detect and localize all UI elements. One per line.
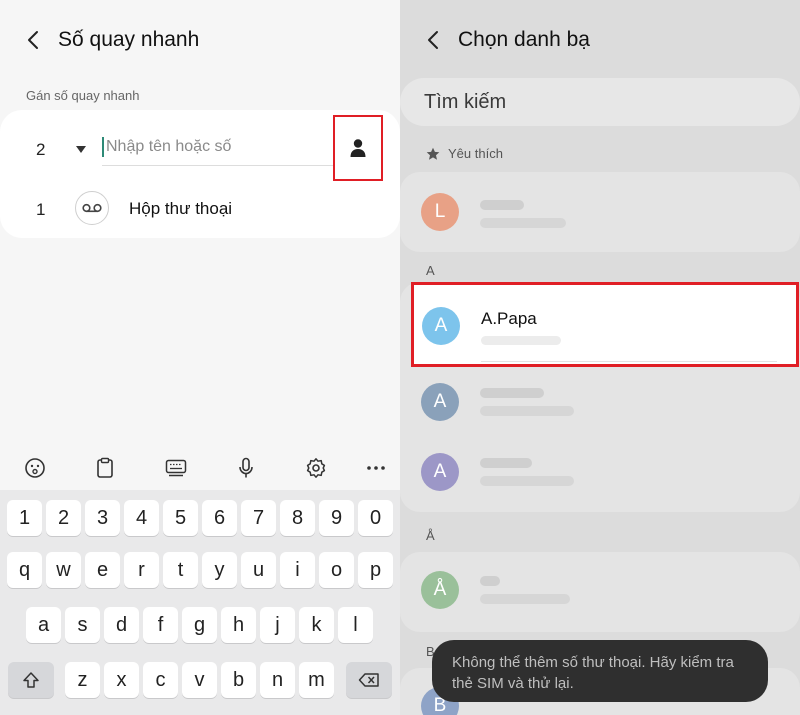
key-p[interactable]: p [358,552,393,588]
blurred-contact-number [480,406,574,416]
blurred-contact-name [480,388,544,398]
blurred-contact-name [480,576,500,586]
contacts-list-a-ring: Å [400,552,800,632]
key-v[interactable]: v [182,662,217,698]
key-m[interactable]: m [299,662,334,698]
key-o[interactable]: o [319,552,354,588]
speed-dial-screen: Số quay nhanh Gán số quay nhanh 2 1 [0,0,400,715]
section-index-a: A [426,263,435,278]
contact-name: A.Papa [481,309,537,328]
selected-contact-row[interactable]: A A.Papa [411,282,799,367]
key-6[interactable]: 6 [202,500,237,536]
favorites-list: L [400,172,800,252]
more-icon[interactable] [360,452,392,484]
blurred-contact-number [480,218,566,228]
key-b[interactable]: b [221,662,256,698]
speed-dial-header: Số quay nhanh [22,20,199,60]
page-title: Chọn danh bạ [458,28,590,51]
key-g[interactable]: g [182,607,217,643]
clipboard-icon[interactable] [89,452,121,484]
voicemail-number: 1 [36,200,46,219]
voicemail-icon [75,191,109,225]
shift-key[interactable] [8,662,54,698]
key-4[interactable]: 4 [124,500,159,536]
key-s[interactable]: s [65,607,100,643]
speed-dial-number[interactable]: 2 [36,140,45,160]
back-icon[interactable] [422,20,444,60]
list-item[interactable]: A [400,440,800,504]
on-screen-keyboard: 1234567890 qwertyuiop asdfghjkl zxcvbnm [0,490,400,715]
blurred-contact-number [480,594,570,604]
contact-avatar: A [421,383,459,421]
key-j[interactable]: j [260,607,295,643]
contact-avatar: A [421,453,459,491]
key-1[interactable]: 1 [7,500,42,536]
contact-avatar: A [422,307,460,345]
error-toast: Không thể thêm số thư thoại. Hãy kiểm tr… [432,640,768,702]
key-n[interactable]: n [260,662,295,698]
blurred-contact-number [480,476,574,486]
key-0[interactable]: 0 [358,500,393,536]
voicemail-label: Hộp thư thoại [129,199,233,218]
key-t[interactable]: t [163,552,198,588]
person-icon [350,139,366,157]
speed-dial-entry-row: 2 [0,110,400,181]
key-r[interactable]: r [124,552,159,588]
key-2[interactable]: 2 [46,500,81,536]
contact-avatar: Å [421,571,459,609]
settings-icon[interactable] [300,452,332,484]
blurred-contact-number [481,336,561,345]
key-i[interactable]: i [280,552,315,588]
microphone-icon[interactable] [230,452,262,484]
key-w[interactable]: w [46,552,81,588]
speed-dial-card: 2 1 Hộp thư thoại [0,110,400,238]
keyboard-layout-icon[interactable] [160,452,192,484]
key-7[interactable]: 7 [241,500,276,536]
favorites-label: Yêu thích [426,146,503,161]
page-title: Số quay nhanh [58,28,200,51]
select-contact-button[interactable] [333,115,383,181]
key-l[interactable]: l [338,607,373,643]
search-bar[interactable] [400,78,800,126]
key-f[interactable]: f [143,607,178,643]
blurred-contact-name [480,200,524,210]
voicemail-row[interactable]: 1 Hộp thư thoại [0,180,400,236]
emoji-icon[interactable] [19,452,51,484]
key-9[interactable]: 9 [319,500,354,536]
list-item[interactable]: A [400,370,800,434]
name-or-number-input[interactable] [106,136,326,158]
row-divider [481,361,777,362]
key-a[interactable]: a [26,607,61,643]
key-c[interactable]: c [143,662,178,698]
key-3[interactable]: 3 [85,500,120,536]
backspace-key[interactable] [346,662,392,698]
contact-picker-screen: Chọn danh bạ Yêu thích L A A A A A.Papa [400,0,800,715]
dropdown-arrow-icon[interactable] [76,146,86,153]
key-x[interactable]: x [104,662,139,698]
list-item[interactable]: Å [400,560,800,624]
contact-avatar: L [421,193,459,231]
section-label: Gán số quay nhanh [26,88,140,103]
back-icon[interactable] [22,20,44,60]
keyboard-toolbar [0,447,400,489]
key-q[interactable]: q [7,552,42,588]
key-e[interactable]: e [85,552,120,588]
key-8[interactable]: 8 [280,500,315,536]
list-item[interactable]: L [400,180,800,244]
key-u[interactable]: u [241,552,276,588]
key-z[interactable]: z [65,662,100,698]
star-icon [426,147,440,160]
key-h[interactable]: h [221,607,256,643]
key-k[interactable]: k [299,607,334,643]
contact-picker-header: Chọn danh bạ [422,20,590,60]
section-index-a-ring: Å [426,528,435,543]
key-5[interactable]: 5 [163,500,198,536]
key-d[interactable]: d [104,607,139,643]
text-cursor [102,137,104,157]
key-y[interactable]: y [202,552,237,588]
blurred-contact-name [480,458,532,468]
search-input[interactable] [424,88,724,116]
